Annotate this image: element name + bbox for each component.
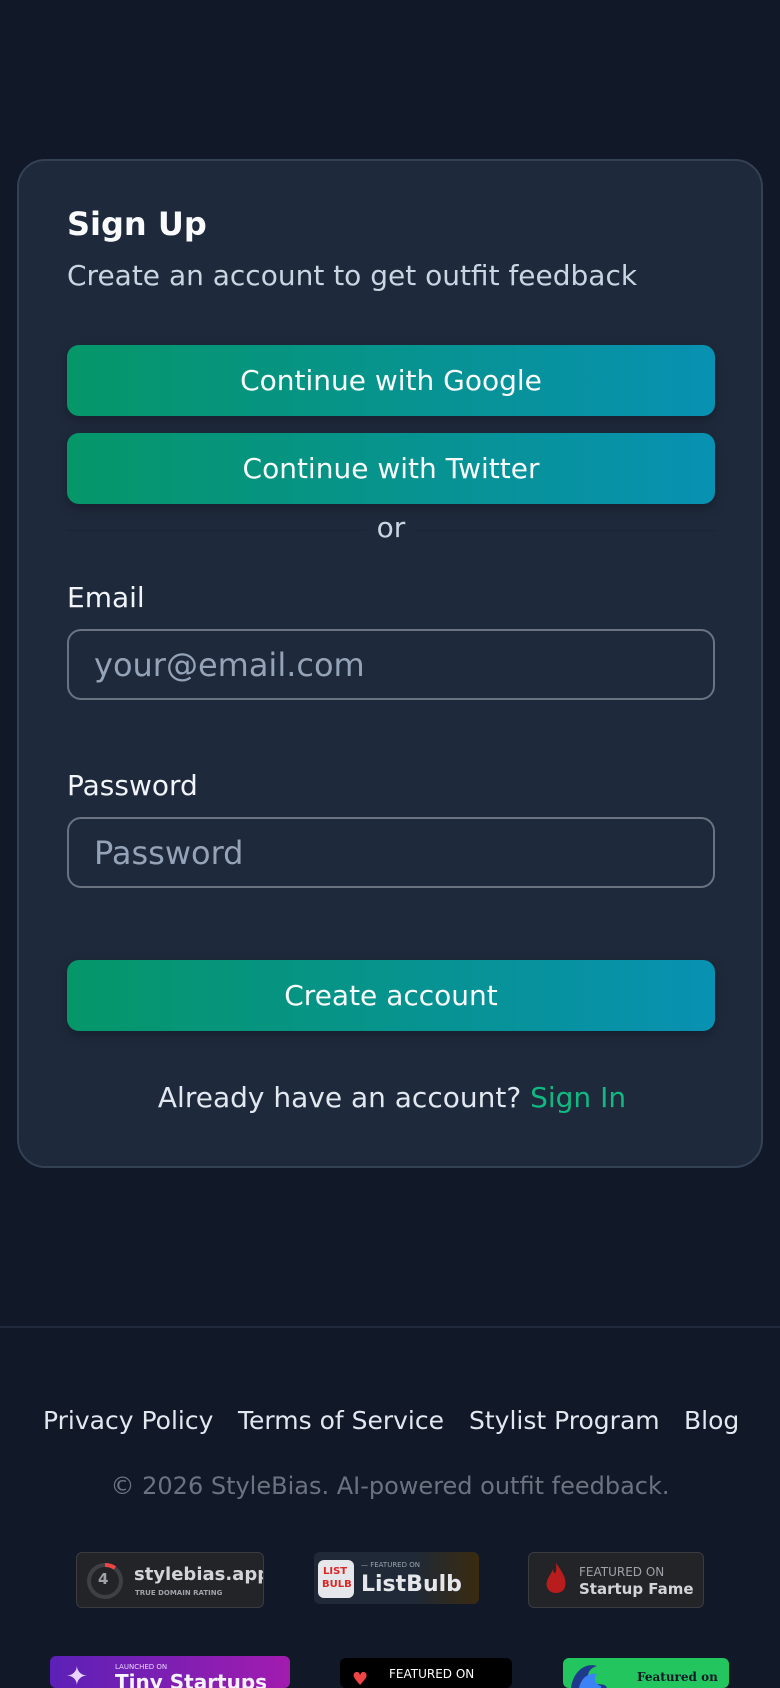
privacy-policy-link[interactable]: Privacy Policy [43,1406,213,1435]
page-title: Sign Up [67,205,207,243]
terms-of-service-link[interactable]: Terms of Service [238,1406,444,1435]
domain-rating-domain: stylebias.app [134,1564,264,1585]
startup-fame-badge[interactable]: FEATURED ON Startup Fame [528,1552,704,1608]
google-signin-button[interactable]: Continue with Google [67,345,715,416]
featured-dark-text: FEATURED ON [389,1667,475,1681]
sparkle-icon: ✦ [66,1662,88,1688]
page-subtitle: Create an account to get outfit feedback [67,259,638,292]
listbulb-logo-top: LIST [323,1566,348,1577]
signin-prompt-text: Already have an account? [157,1081,522,1114]
signin-link[interactable]: Sign In [530,1081,626,1114]
tiny-startups-name: Tiny Startups [115,1670,268,1688]
featured-on-dark-badge[interactable]: ♥ FEATURED ON [340,1658,512,1688]
twitter-signin-button[interactable]: Continue with Twitter [67,433,715,504]
password-field[interactable] [67,817,715,888]
listbulb-logo-bottom: BULB [322,1579,352,1590]
domain-rating-caption: TRUE DOMAIN RATING [135,1589,223,1597]
featured-on-green-badge[interactable]: Featured on [563,1658,729,1688]
stylist-program-link[interactable]: Stylist Program [469,1406,660,1435]
heart-icon: ♥ [352,1669,369,1688]
domain-rating-badge[interactable]: 4 stylebias.app TRUE DOMAIN RATING [76,1552,264,1608]
featured-green-text: Featured on [637,1670,718,1684]
wave-icon [571,1665,607,1688]
email-field[interactable] [67,629,715,700]
footer-divider [0,1326,780,1328]
divider-text: or [376,511,406,544]
listbulb-badge[interactable]: LIST BULB — FEATURED ON ListBulb [314,1552,479,1604]
or-divider: or [67,511,715,551]
create-account-button[interactable]: Create account [67,960,715,1031]
startup-fame-featured-text: FEATURED ON [579,1565,665,1579]
startup-fame-name: Startup Fame [579,1580,694,1598]
password-label: Password [67,769,198,802]
blog-link[interactable]: Blog [684,1406,739,1435]
flame-icon [546,1563,566,1593]
listbulb-featured-text: — FEATURED ON [361,1561,420,1569]
signup-card: Sign Up Create an account to get outfit … [17,159,763,1168]
tiny-startups-badge[interactable]: ✦ LAUNCHED ON Tiny Startups [50,1656,290,1688]
domain-rating-score: 4 [98,1570,109,1588]
signin-prompt: Already have an account? Sign In [19,1081,765,1114]
listbulb-name: ListBulb [361,1572,462,1597]
email-label: Email [67,581,145,614]
copyright-text: © 2026 StyleBias. AI-powered outfit feed… [110,1472,670,1500]
listbulb-logo-icon: LIST BULB [318,1560,354,1598]
